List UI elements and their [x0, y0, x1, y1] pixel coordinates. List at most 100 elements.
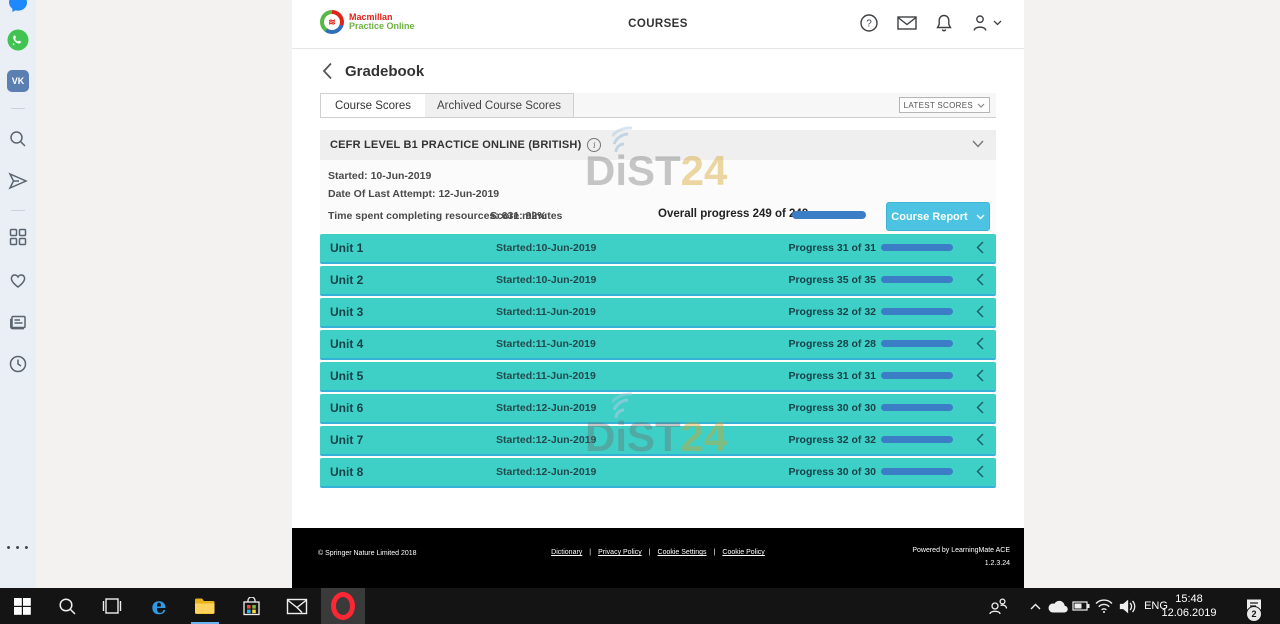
- expand-chevron-icon[interactable]: [976, 433, 984, 446]
- mail-icon[interactable]: [896, 14, 918, 32]
- unit-progress-label: Progress 32 of 32: [700, 434, 876, 446]
- tab-archived-course-scores[interactable]: Archived Course Scores: [425, 93, 574, 117]
- microsoft-store-icon[interactable]: [229, 588, 273, 624]
- vk-label: VK: [7, 70, 29, 92]
- unit-started: Started:12-Jun-2019: [496, 402, 596, 414]
- chevron-down-icon: [977, 103, 985, 108]
- unit-name: Unit 3: [330, 305, 363, 319]
- unit-row[interactable]: Unit 8 Started:12-Jun-2019 Progress 30 o…: [320, 458, 996, 488]
- footer-link-cookie-policy[interactable]: Cookie Policy: [722, 549, 764, 556]
- sidebar-divider: [11, 210, 25, 211]
- personal-news-icon[interactable]: [6, 310, 30, 334]
- unit-progress-bar: [881, 276, 953, 283]
- unit-progress-bar: [881, 372, 953, 379]
- whatsapp-icon[interactable]: [6, 28, 30, 52]
- clock-date: 12.06.2019: [1150, 606, 1228, 620]
- unit-row[interactable]: Unit 3 Started:11-Jun-2019 Progress 32 o…: [320, 298, 996, 328]
- task-view-icon[interactable]: [90, 588, 134, 624]
- edge-browser-icon[interactable]: e: [137, 588, 181, 624]
- unit-started: Started:12-Jun-2019: [496, 466, 596, 478]
- sidebar-more-button[interactable]: • • •: [0, 542, 36, 554]
- taskbar-clock[interactable]: 15:48 12.06.2019: [1150, 592, 1228, 620]
- expand-chevron-icon[interactable]: [976, 241, 984, 254]
- course-panel: CEFR LEVEL B1 PRACTICE ONLINE (BRITISH) …: [320, 130, 996, 232]
- course-report-button[interactable]: Course Report: [886, 202, 990, 231]
- footer-link-dictionary[interactable]: Dictionary: [551, 549, 582, 556]
- mail-app-icon[interactable]: [275, 588, 319, 624]
- opera-browser-icon[interactable]: [321, 588, 365, 624]
- messenger-icon[interactable]: [6, 0, 30, 15]
- people-icon[interactable]: [978, 588, 1018, 624]
- help-icon[interactable]: ?: [859, 13, 879, 33]
- account-menu[interactable]: [970, 13, 1002, 33]
- footer-separator: |: [714, 549, 716, 556]
- overall-progress-bar: [792, 211, 866, 219]
- unit-row[interactable]: Unit 7 Started:12-Jun-2019 Progress 32 o…: [320, 426, 996, 456]
- speed-dial-icon[interactable]: [6, 225, 30, 249]
- expand-chevron-icon[interactable]: [976, 401, 984, 414]
- unit-progress-label: Progress 32 of 32: [700, 306, 876, 318]
- unit-name: Unit 6: [330, 401, 363, 415]
- desktop-screen: VK • • • ≋: [0, 0, 1280, 624]
- expand-chevron-icon[interactable]: [976, 369, 984, 382]
- unit-progress-bar: [881, 244, 953, 251]
- unit-started: Started:10-Jun-2019: [496, 274, 596, 286]
- unit-name: Unit 8: [330, 465, 363, 479]
- expand-chevron-icon[interactable]: [976, 305, 984, 318]
- unit-row[interactable]: Unit 1 Started:10-Jun-2019 Progress 31 o…: [320, 234, 996, 264]
- tab-course-scores[interactable]: Course Scores: [320, 93, 426, 117]
- expand-chevron-icon[interactable]: [976, 465, 984, 478]
- notifications-bell-icon[interactable]: [935, 13, 953, 33]
- footer-separator: |: [589, 549, 591, 556]
- header-actions: ?: [859, 13, 1002, 33]
- info-icon[interactable]: i: [587, 138, 601, 152]
- unit-row[interactable]: Unit 2 Started:10-Jun-2019 Progress 35 o…: [320, 266, 996, 296]
- unit-progress-label: Progress 28 of 28: [700, 338, 876, 350]
- search-icon[interactable]: [6, 127, 30, 151]
- collapse-chevron-icon[interactable]: [972, 140, 984, 148]
- unit-name: Unit 5: [330, 369, 363, 383]
- latest-scores-label: LATEST SCORES: [904, 101, 973, 110]
- vk-icon[interactable]: VK: [6, 69, 30, 93]
- course-panel-header[interactable]: CEFR LEVEL B1 PRACTICE ONLINE (BRITISH) …: [320, 130, 996, 160]
- unit-progress-label: Progress 30 of 30: [700, 402, 876, 414]
- sidebar-divider: [11, 108, 25, 109]
- volume-icon[interactable]: [1114, 588, 1142, 624]
- latest-scores-dropdown[interactable]: LATEST SCORES: [899, 97, 990, 113]
- course-score: Score: 92%: [490, 210, 547, 222]
- unit-name: Unit 1: [330, 241, 363, 255]
- back-icon[interactable]: [322, 62, 333, 80]
- expand-chevron-icon[interactable]: [976, 337, 984, 350]
- history-clock-icon[interactable]: [6, 352, 30, 376]
- browser-page: ≋ Macmillan Practice Online COURSES ?: [292, 0, 1024, 588]
- unit-row[interactable]: Unit 5 Started:11-Jun-2019 Progress 31 o…: [320, 362, 996, 392]
- unit-started: Started:11-Jun-2019: [496, 370, 596, 382]
- footer-link-privacy-policy[interactable]: Privacy Policy: [598, 549, 642, 556]
- unit-progress-label: Progress 35 of 35: [700, 274, 876, 286]
- footer-link-cookie-settings[interactable]: Cookie Settings: [658, 549, 707, 556]
- taskbar-search-icon[interactable]: [45, 588, 89, 624]
- svg-text:?: ?: [866, 19, 872, 30]
- unit-progress-label: Progress 31 of 31: [700, 242, 876, 254]
- unit-started: Started:11-Jun-2019: [496, 338, 596, 350]
- unit-progress-bar: [881, 436, 953, 443]
- file-explorer-icon[interactable]: [183, 588, 227, 624]
- chevron-down-icon: [976, 214, 985, 220]
- unit-progress-bar: [881, 468, 953, 475]
- browser-sidebar: VK • • •: [0, 0, 36, 588]
- footer-separator: |: [649, 549, 651, 556]
- bookmarks-heart-icon[interactable]: [6, 268, 30, 292]
- unit-progress-label: Progress 31 of 31: [700, 370, 876, 382]
- course-title: CEFR LEVEL B1 PRACTICE ONLINE (BRITISH): [330, 139, 581, 151]
- my-flow-icon[interactable]: [6, 169, 30, 193]
- unit-row[interactable]: Unit 4 Started:11-Jun-2019 Progress 28 o…: [320, 330, 996, 360]
- course-report-label: Course Report: [891, 211, 967, 223]
- unit-name: Unit 2: [330, 273, 363, 287]
- unit-row[interactable]: Unit 6 Started:12-Jun-2019 Progress 30 o…: [320, 394, 996, 424]
- page-title: Gradebook: [345, 63, 424, 80]
- start-button[interactable]: [0, 588, 44, 624]
- unit-started: Started:11-Jun-2019: [496, 306, 596, 318]
- unit-progress-bar: [881, 404, 953, 411]
- expand-chevron-icon[interactable]: [976, 273, 984, 286]
- unit-name: Unit 4: [330, 337, 363, 351]
